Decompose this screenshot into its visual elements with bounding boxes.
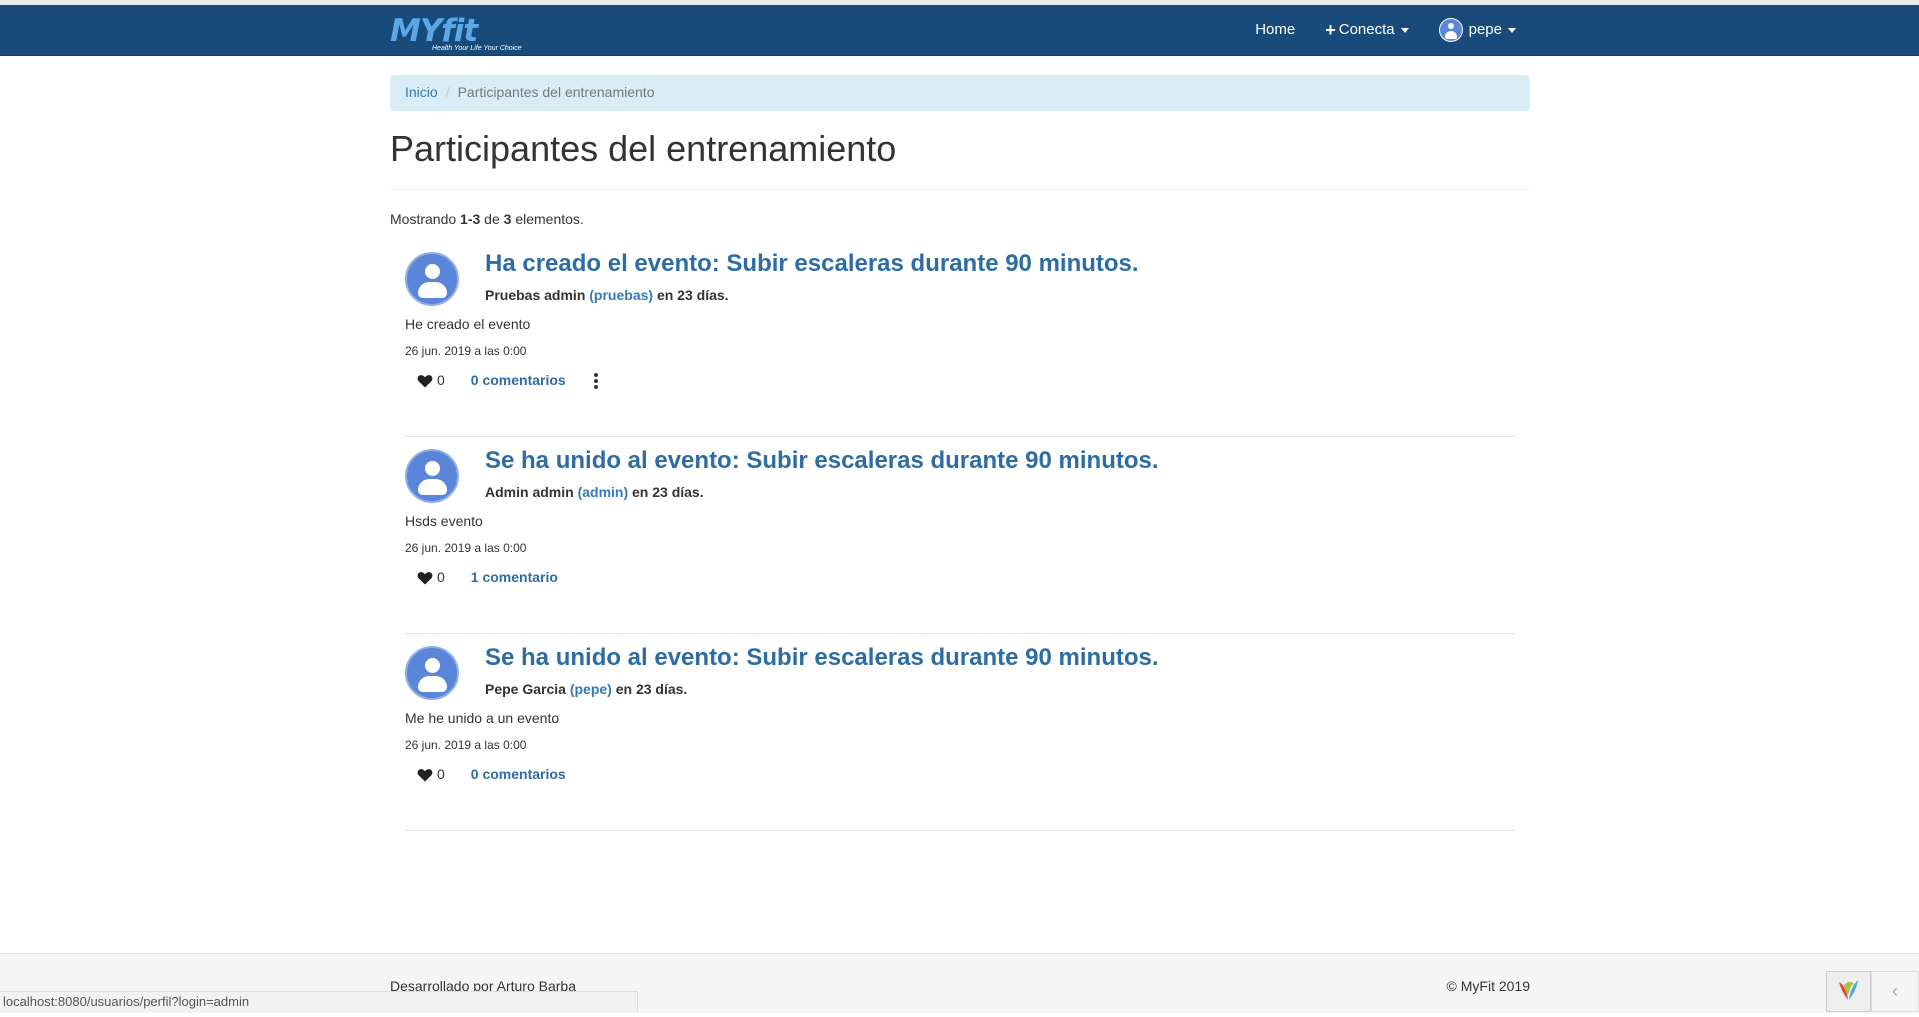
activity-author-login-link[interactable]: (pruebas)	[589, 287, 653, 303]
activity-actions: 0 0 comentarios	[417, 765, 566, 785]
page-title: Participantes del entrenamiento	[390, 129, 1530, 190]
debug-toolbar-logo[interactable]	[1826, 971, 1871, 1012]
summary-middle: de	[480, 210, 504, 227]
nav-connect-label: Conecta	[1338, 21, 1395, 39]
comments-link[interactable]: 0 comentarios	[471, 371, 566, 391]
debug-toolbar-toggle[interactable]: ‹	[1871, 971, 1919, 1012]
activity-date: 26 jun. 2019 a las 0:00	[405, 737, 527, 752]
breadcrumb-home-link[interactable]: Inicio	[405, 83, 438, 103]
activity-title-link[interactable]: Se ha unido al evento: Subir escaleras d…	[485, 641, 1159, 675]
activity-date: 26 jun. 2019 a las 0:00	[405, 343, 527, 358]
breadcrumb-current: Participantes del entrenamiento	[457, 84, 655, 100]
nav-connect-dropdown[interactable]: + Conecta	[1310, 5, 1423, 55]
caret-down-icon	[1508, 27, 1516, 33]
activity-date: 26 jun. 2019 a las 0:00	[405, 540, 527, 555]
activity-author: Admin admin	[485, 483, 574, 500]
activity-author-login-link[interactable]: (pepe)	[570, 681, 612, 697]
activity-author: Pepe Garcia	[485, 680, 566, 697]
activity-author: Pruebas admin	[485, 286, 586, 303]
activity-author-login-link[interactable]: (admin)	[578, 484, 629, 500]
activity-item: Se ha unido al evento: Subir escaleras d…	[405, 437, 1515, 634]
user-avatar-icon	[1438, 18, 1463, 42]
summary-prefix: Mostrando	[390, 210, 461, 227]
activity-body: Hsds evento	[405, 512, 483, 529]
activity-body: Me he unido a un evento	[405, 709, 560, 726]
user-avatar-icon[interactable]	[405, 448, 459, 503]
activity-item: Se ha unido al evento: Subir escaleras d…	[405, 634, 1515, 831]
comments-link[interactable]: 0 comentarios	[471, 765, 566, 785]
nav-user-dropdown[interactable]: pepe	[1424, 5, 1531, 55]
summary-range: 1-3	[460, 210, 481, 227]
activity-meta: Pruebas admin (pruebas) en 23 días.	[485, 286, 729, 306]
breadcrumb: Inicio / Participantes del entrenamiento	[390, 75, 1530, 111]
like-count: 0	[437, 568, 445, 585]
activity-title-link[interactable]: Ha creado el evento: Subir escaleras dur…	[485, 247, 1139, 281]
caret-down-icon	[1400, 27, 1409, 33]
activity-item: Ha creado el evento: Subir escaleras dur…	[405, 240, 1515, 437]
nav-home-link[interactable]: Home	[1240, 5, 1310, 55]
activity-when: en 23 días.	[632, 483, 704, 500]
main-content: Inicio / Participantes del entrenamiento…	[390, 75, 1530, 831]
list-summary: Mostrando 1-3 de 3 elementos.	[390, 210, 1530, 230]
more-options-icon[interactable]	[593, 372, 598, 389]
user-avatar-icon[interactable]	[405, 645, 459, 700]
activity-meta: Pepe Garcia (pepe) en 23 días.	[485, 680, 687, 700]
activity-when: en 23 días.	[615, 680, 688, 697]
user-avatar-icon[interactable]	[405, 251, 459, 306]
summary-suffix: elementos.	[511, 210, 584, 227]
heart-icon[interactable]	[417, 767, 433, 783]
breadcrumb-separator: /	[445, 84, 450, 100]
brand-tagline: Health Your Life Your Choice	[432, 45, 522, 52]
like-count: 0	[437, 371, 445, 388]
navbar: MYfit Health Your Life Your Choice	[0, 5, 1919, 56]
activity-title-link[interactable]: Se ha unido al evento: Subir escaleras d…	[485, 444, 1159, 478]
heart-icon[interactable]	[417, 570, 433, 586]
activity-actions: 0 1 comentario	[417, 568, 558, 588]
footer-copyright: © MyFit 2019	[1446, 978, 1530, 994]
like-count: 0	[437, 765, 445, 782]
plus-icon: +	[1325, 20, 1336, 40]
nav-menu: Home + Conecta pepe	[1240, 5, 1531, 55]
activity-meta: Admin admin (admin) en 23 días.	[485, 483, 704, 503]
yii-logo-icon	[1839, 980, 1858, 1000]
comments-link[interactable]: 1 comentario	[471, 568, 558, 588]
activity-actions: 0 0 comentarios	[417, 371, 598, 391]
browser-status-bar: localhost:8080/usuarios/perfil?login=adm…	[0, 991, 638, 1012]
nav-user-label: pepe	[1468, 21, 1502, 39]
activity-when: en 23 días.	[656, 286, 729, 303]
activity-list: Ha creado el evento: Subir escaleras dur…	[390, 240, 1530, 831]
heart-icon[interactable]	[417, 373, 433, 389]
activity-body: He creado el evento	[405, 315, 531, 332]
brand-logo[interactable]: MYfit Health Your Life Your Choice	[390, 11, 522, 53]
